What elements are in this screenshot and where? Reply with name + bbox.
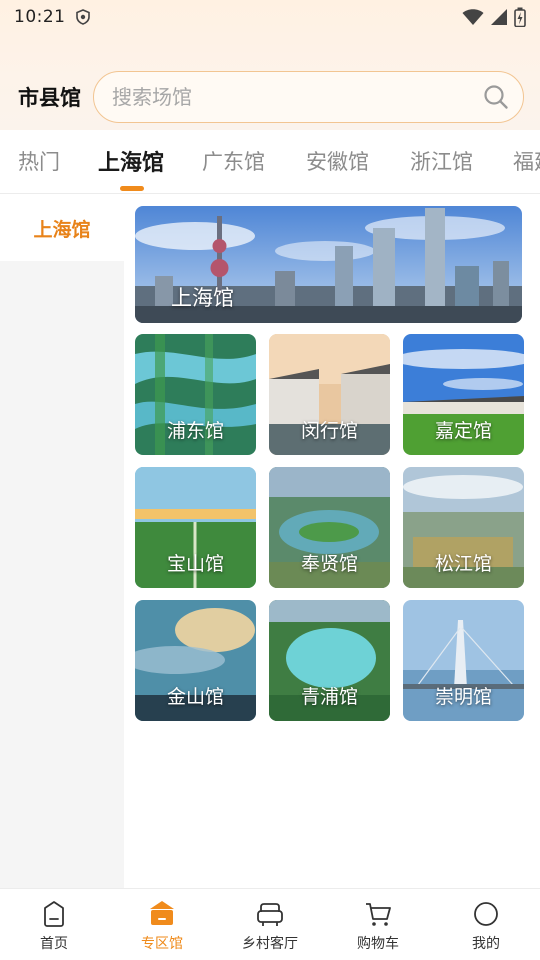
shanghai-banner[interactable]: 上海馆 — [135, 206, 522, 323]
sidebar-item-shanghai[interactable]: 上海馆 — [0, 195, 124, 261]
nav-cart[interactable]: 购物车 — [324, 889, 432, 960]
nav-label: 专区馆 — [141, 936, 183, 952]
tab-fujian[interactable]: 福建馆 — [513, 146, 540, 176]
tab-zhejiang[interactable]: 浙江馆 — [410, 146, 473, 176]
search-input[interactable] — [112, 85, 483, 109]
status-bar: 10:21 — [0, 0, 540, 34]
nav-home[interactable]: 首页 — [0, 889, 108, 960]
page-title: 市县馆 — [18, 86, 81, 110]
wifi-icon — [462, 9, 484, 25]
tab-anhui[interactable]: 安徽馆 — [306, 146, 369, 176]
pavilion-icon — [150, 901, 174, 925]
venue-tile-songjiang[interactable]: 松江馆 — [403, 467, 524, 588]
venue-label: 金山馆 — [166, 686, 224, 708]
venue-tile-qingpu[interactable]: 青浦馆 — [269, 600, 390, 721]
venue-tile-fengxian[interactable]: 奉贤馆 — [269, 467, 390, 588]
venue-content: 上海馆 浦东馆 闵行馆 嘉定馆 宝山馆 奉贤馆 松江馆 金山馆 青浦馆 崇明馆 — [124, 195, 540, 888]
battery-icon — [514, 7, 526, 27]
shield-icon — [75, 9, 90, 25]
venue-label: 宝山馆 — [166, 553, 224, 575]
venue-label: 浦东馆 — [166, 420, 224, 442]
venue-label: 闵行馆 — [300, 420, 358, 442]
bottom-nav: 首页 专区馆 乡村客厅 购物车 我的 — [0, 888, 540, 960]
nav-label: 首页 — [40, 936, 68, 952]
banner-label: 上海馆 — [171, 286, 234, 310]
venue-label: 崇明馆 — [434, 686, 492, 708]
tab-hot[interactable]: 热门 — [18, 146, 60, 176]
nav-label: 乡村客厅 — [242, 936, 298, 952]
nav-label: 购物车 — [357, 936, 399, 952]
venue-tile-jiading[interactable]: 嘉定馆 — [403, 334, 524, 455]
tab-shanghai[interactable]: 上海馆 — [98, 145, 164, 177]
sidebar: 上海馆 — [0, 195, 124, 888]
venue-tile-jinshan[interactable]: 金山馆 — [135, 600, 256, 721]
venue-label: 奉贤馆 — [300, 553, 358, 575]
search-icon[interactable] — [483, 84, 509, 110]
status-time: 10:21 — [14, 7, 66, 27]
nav-village-living-room[interactable]: 乡村客厅 — [216, 889, 324, 960]
venue-tile-baoshan[interactable]: 宝山馆 — [135, 467, 256, 588]
home-icon — [44, 901, 64, 927]
nav-pavilion[interactable]: 专区馆 — [108, 889, 216, 960]
venue-label: 嘉定馆 — [434, 420, 492, 442]
signal-icon — [491, 9, 507, 25]
province-tabs: 热门 上海馆 广东馆 安徽馆 浙江馆 福建馆 — [0, 130, 540, 194]
sofa-icon — [257, 903, 283, 926]
nav-label: 我的 — [472, 936, 500, 952]
active-tab-indicator — [120, 186, 144, 191]
profile-icon — [474, 902, 498, 926]
venue-label: 松江馆 — [434, 553, 492, 575]
venue-tile-pudong[interactable]: 浦东馆 — [135, 334, 256, 455]
tab-guangdong[interactable]: 广东馆 — [202, 146, 265, 176]
venue-tile-minhang[interactable]: 闵行馆 — [269, 334, 390, 455]
page-header: 市县馆 — [0, 70, 540, 124]
cart-icon — [366, 903, 391, 926]
nav-profile[interactable]: 我的 — [432, 889, 540, 960]
venue-tile-chongming[interactable]: 崇明馆 — [403, 600, 524, 721]
search-box[interactable] — [93, 71, 524, 123]
venue-label: 青浦馆 — [300, 686, 358, 708]
